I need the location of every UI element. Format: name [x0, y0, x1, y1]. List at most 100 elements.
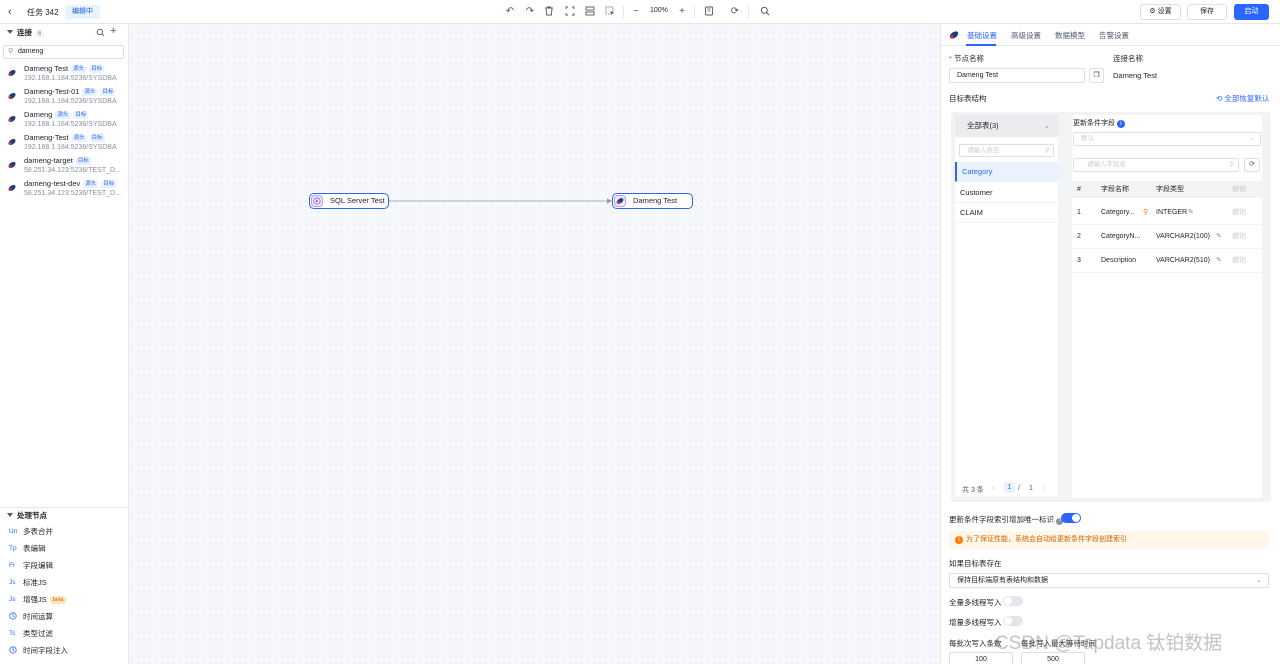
restore-all-defaults-link[interactable]: ⟲ 全部恢复默认 — [1216, 93, 1269, 104]
update-field-label: 更新条件字段 i — [1073, 118, 1125, 128]
undo-field-button[interactable]: 撤销 — [1232, 249, 1246, 273]
edit-type-icon[interactable]: ✎ — [1188, 201, 1194, 225]
field-row[interactable]: 2 CategoryN... VARCHAR2(100) ✎ 撤销 — [1072, 225, 1262, 249]
field-search-input[interactable]: 请输入字段名 ⚲ — [1073, 158, 1239, 172]
connection-item[interactable]: Dameng 源头 目标 192.168.1.184:5236/SYSDBA — [0, 109, 129, 132]
dag-canvas[interactable]: SQL Server Test Dameng Test — [129, 24, 940, 664]
connection-address: 192.168.1.184:5236/SYSDBA — [24, 121, 117, 128]
table-item[interactable]: Customer — [955, 183, 1058, 203]
connection-item[interactable]: dameng-test-dev 源头 目标 58.251.34.123:5236/TE… — [0, 178, 129, 201]
zoom-out-icon[interactable]: − — [630, 6, 642, 18]
processing-node-item[interactable]: Tc 类型过滤 — [0, 625, 129, 642]
info-icon[interactable]: i — [1116, 120, 1125, 128]
dameng-logo-icon — [7, 137, 17, 147]
connection-item[interactable]: Dameng-Test 源头 目标 192.168.1.184:5236/SYSDBA — [0, 132, 129, 155]
undo-field-button[interactable]: 撤销 — [1232, 225, 1246, 249]
refresh-fields-icon[interactable]: ⟳ — [1244, 158, 1260, 172]
current-page[interactable]: 1 — [1004, 482, 1015, 493]
node-name-input[interactable]: Dameng Test — [949, 68, 1085, 83]
source-node[interactable]: SQL Server Test — [309, 193, 389, 209]
search-icon[interactable] — [96, 28, 105, 37]
tab-alert-settings[interactable]: 告警设置 — [1099, 30, 1129, 41]
add-connection-icon[interactable]: + — [110, 25, 116, 37]
field-table-header: # 字段名称 字段类型 撤销 — [1072, 181, 1262, 198]
field-row[interactable]: 3 Description VARCHAR2(510) ✎ 撤销 — [1072, 249, 1262, 273]
field-index: 2 — [1077, 233, 1081, 240]
field-row[interactable]: 1 Category... ⚲ INTEGER ✎ 撤销 — [1072, 201, 1262, 225]
processing-node-item[interactable]: Un 多表合并 — [0, 523, 129, 540]
save-button[interactable]: 保存 — [1187, 4, 1227, 20]
search-icon: ⚲ — [8, 48, 14, 55]
field-type: INTEGER — [1156, 209, 1188, 216]
processing-header[interactable]: 处理节点 — [0, 507, 129, 523]
select-icon[interactable] — [604, 6, 616, 18]
task-title: 任务 342 — [27, 8, 59, 17]
edit-type-icon[interactable]: ✎ — [1216, 249, 1222, 273]
redo-icon[interactable]: ↷ — [524, 6, 536, 18]
connection-address: 192.168.1.184:5236/SYSDBA — [24, 98, 117, 105]
field-name: CategoryN... — [1101, 233, 1141, 240]
connection-item[interactable]: dameng-target 目标 58.251.34.123:5236/TEST_D… — [0, 155, 129, 178]
back-arrow-icon[interactable]: ‹ — [8, 6, 20, 18]
unique-index-toggle[interactable] — [1061, 513, 1081, 523]
edit-type-icon[interactable]: ✎ — [1216, 225, 1222, 249]
pager-separator: / — [1018, 485, 1020, 492]
processing-node-item[interactable]: 时间运算 — [0, 608, 129, 625]
prev-page-icon[interactable]: ‹ — [992, 483, 995, 492]
toolbar-divider — [694, 6, 695, 18]
processing-node-label: 增强JS beta — [23, 591, 67, 608]
table-search-input[interactable]: 请输入表名 ⚲ — [959, 144, 1054, 157]
connection-name: dameng-test-dev 源头 目标 — [24, 179, 117, 188]
processing-node-item[interactable]: Fr 字段编辑 — [0, 557, 129, 574]
settings-button[interactable]: ⚙ 设置 — [1140, 4, 1181, 20]
node-type-icon: Tc — [9, 630, 16, 637]
connection-search-input[interactable]: ⚲ dameng — [3, 45, 124, 59]
dameng-logo-icon — [614, 195, 626, 207]
connection-address: 192.168.1.184:5236/SYSDBA — [24, 75, 117, 82]
delete-icon[interactable] — [543, 6, 555, 18]
undo-field-button[interactable]: 撤销 — [1232, 201, 1246, 225]
layout-icon[interactable] — [584, 6, 596, 18]
field-name: Category... — [1101, 209, 1135, 216]
node-type-icon: Js — [9, 596, 16, 603]
watermark: CSDN @Tapdata 钛铂数据 — [995, 633, 1223, 654]
target-structure-box: 全部表(3) ⌄ 请输入表名 ⚲ Category Customer CLAIM 共… — [951, 112, 1271, 502]
top-bar: ‹ 任务 342 编辑中 ↶ ↷ − 100% + ⟳ ⚙ 设置 保存 启动 — [0, 0, 1280, 24]
full-multithread-toggle[interactable] — [1003, 596, 1023, 606]
target-structure-label: 目标表结构 — [949, 94, 987, 103]
next-page-icon[interactable]: › — [1043, 483, 1046, 492]
dameng-logo-icon — [7, 91, 17, 101]
connection-item[interactable]: Dameng-Test-01 源头 目标 192.168.1.184:5236/SYS… — [0, 86, 129, 109]
refresh-icon[interactable]: ⟳ — [729, 6, 741, 18]
processing-node-item[interactable]: Js 增强JS beta — [0, 591, 129, 608]
connection-tag: 源头 — [71, 135, 87, 142]
undo-icon[interactable]: ↶ — [504, 6, 516, 18]
tab-data-model[interactable]: 数据模型 — [1055, 30, 1085, 41]
update-field-select[interactable]: 默认 ⌄ — [1073, 132, 1261, 146]
chevron-down-icon: ⌄ — [1249, 135, 1255, 142]
all-tables-dropdown[interactable]: 全部表(3) ⌄ — [955, 115, 1058, 137]
incremental-multithread-toggle[interactable] — [1003, 616, 1023, 626]
connection-item[interactable]: Dameng Test 源头 目标 192.168.1.184:5236/SYSDBA — [0, 63, 129, 86]
zoom-in-icon[interactable]: + — [676, 6, 688, 18]
processing-node-item[interactable]: 时间字段注入 — [0, 642, 129, 659]
connection-tag: 目标 — [89, 135, 105, 142]
field-panel: 更新条件字段 i 默认 ⌄ 请输入字段名 ⚲ ⟳ # 字段名称 字段类型 撤销 1 C… — [1072, 115, 1262, 498]
start-button[interactable]: 启动 — [1234, 4, 1269, 20]
fit-view-icon[interactable] — [564, 6, 576, 18]
save-draft-icon[interactable] — [703, 6, 715, 18]
connection-tag: 目标 — [100, 89, 116, 96]
table-item[interactable]: Category — [955, 162, 1058, 182]
toggle-knob — [1004, 617, 1012, 625]
copy-icon[interactable]: ❐ — [1089, 68, 1104, 83]
target-node[interactable]: Dameng Test — [612, 193, 693, 209]
tab-advanced-settings[interactable]: 高级设置 — [1011, 30, 1041, 41]
tab-basic-settings[interactable]: 基础设置 — [967, 30, 997, 41]
processing-node-item[interactable]: Tp 表编辑 — [0, 540, 129, 557]
processing-node-item[interactable]: Js 标准JS — [0, 574, 129, 591]
search-icon[interactable] — [759, 6, 771, 18]
table-item[interactable]: CLAIM — [955, 203, 1058, 223]
sqlserver-logo-icon — [311, 195, 323, 207]
performance-warning: ! 为了保证性能，系统会自动给更新条件字段创建索引 — [949, 531, 1269, 549]
if-exists-select[interactable]: 保持目标端原有表结构和数据 ⌄ — [949, 573, 1269, 588]
